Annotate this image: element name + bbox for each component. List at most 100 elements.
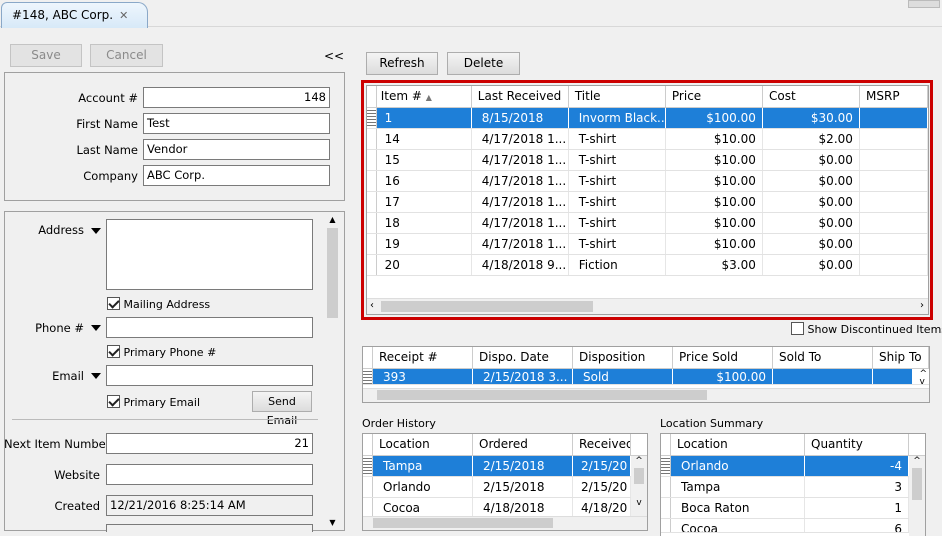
table-row[interactable]: 1 8/15/2018 Invorm Black... $100.00 $30.00 [367,108,928,129]
table-row[interactable]: Orlando -4 [661,456,925,477]
save-button[interactable]: Save [10,44,82,67]
column-header[interactable]: Dispo. Date [473,347,573,368]
location-summary-grid: Location Quantity Orlando -4 Tampa 3 Boca … [660,433,926,536]
checkbox-icon[interactable] [107,345,120,358]
collapse-panel-button[interactable]: << [324,49,344,63]
send-email-button[interactable]: Send Email [252,391,312,427]
column-header[interactable]: Receipt # [373,347,473,368]
receipts-hscrollbar[interactable] [363,388,929,402]
scroll-down-icon[interactable]: ▼ [324,518,341,527]
primary-email-checkbox[interactable]: Primary Email [107,395,200,409]
scroll-down-icon[interactable]: v [631,498,647,508]
next-item-field[interactable]: 21 [106,433,313,454]
table-row[interactable]: Tampa 2/15/2018 2/15/20 [363,456,647,477]
scroll-thumb[interactable] [373,518,553,528]
table-row[interactable]: Tampa 3 [661,477,925,498]
scroll-right-icon[interactable]: › [920,300,924,311]
table-row[interactable]: Boca Raton 1 [661,498,925,519]
scroll-up-icon[interactable]: ^ [631,456,647,466]
row-handle [363,456,373,476]
column-header[interactable]: MSRP [860,86,928,107]
checkbox-icon[interactable] [107,395,120,408]
order-history-grid: Location Ordered Received Tampa 2/15/2018… [362,433,648,531]
order-history-vscrollbar[interactable]: ^ v [631,456,647,516]
row-handle [661,519,671,532]
row-handle [661,477,671,497]
items-grid: Item # ▲ Last Received Title Price Cost … [366,85,929,315]
column-header[interactable]: Cost [763,86,861,107]
scroll-up-icon[interactable]: ▲ [324,215,341,224]
order-history-header: Location Ordered Received [363,434,647,456]
receipts-grid: Receipt # Dispo. Date Disposition Price … [362,346,930,403]
receipts-vscroll-icon[interactable]: ^ v [919,370,927,387]
row-header-corner [363,434,373,455]
first-name-label: First Name [76,117,138,131]
location-summary-header: Location Quantity [661,434,925,456]
table-row[interactable]: 20 4/18/2018 9... Fiction $3.00 $0.00 [367,255,928,276]
scroll-thumb[interactable] [377,390,707,400]
column-header[interactable]: Sold To [773,347,873,368]
refresh-button[interactable]: Refresh [366,52,438,75]
scroll-thumb[interactable] [634,468,644,484]
account-field[interactable]: 148 [143,87,330,108]
scroll-thumb[interactable] [381,301,593,312]
column-header[interactable]: Price [666,86,763,107]
table-row[interactable]: 14 4/17/2018 1... T-shirt $10.00 $2.00 [367,129,928,150]
row-handle [363,369,373,384]
cancel-button[interactable]: Cancel [90,44,163,67]
show-discontinued-checkbox[interactable]: Show Discontinued Items [791,322,942,336]
company-field[interactable]: ABC Corp. [143,165,330,186]
column-header[interactable]: Last Received [472,86,569,107]
order-history-title: Order History [362,417,436,430]
row-handle [367,108,377,128]
row-handle [367,129,377,149]
items-hscrollbar[interactable]: ‹ › [367,298,928,314]
tab-vendor[interactable]: #148, ABC Corp. ✕ [1,2,148,28]
phone-field[interactable] [106,317,313,338]
column-header[interactable]: Ordered [473,434,573,455]
row-handle [367,255,377,275]
address-dropdown-icon[interactable] [91,228,101,234]
sort-ascending-icon: ▲ [425,93,432,102]
delete-button[interactable]: Delete [447,52,520,75]
mailing-address-checkbox[interactable]: Mailing Address [107,297,210,311]
first-name-field[interactable]: Test [143,113,330,134]
column-header[interactable]: Received [573,434,631,455]
website-field[interactable] [106,464,313,485]
scroll-thumb[interactable] [327,228,338,318]
table-row[interactable]: 15 4/17/2018 1... T-shirt $10.00 $0.00 [367,150,928,171]
phone-dropdown-icon[interactable] [91,325,101,331]
email-field[interactable] [106,365,313,386]
column-header[interactable]: Location [671,434,805,455]
table-row[interactable]: 16 4/17/2018 1... T-shirt $10.00 $0.00 [367,171,928,192]
receipts-header: Receipt # Dispo. Date Disposition Price … [363,347,929,369]
table-row[interactable]: 17 4/17/2018 1... T-shirt $10.00 $0.00 [367,192,928,213]
table-row[interactable]: 19 4/17/2018 1... T-shirt $10.00 $0.00 [367,234,928,255]
tab-scroll-arrows[interactable] [908,0,940,8]
table-row[interactable]: 18 4/17/2018 1... T-shirt $10.00 $0.00 [367,213,928,234]
table-row[interactable]: Cocoa 6 [661,519,925,533]
email-dropdown-icon[interactable] [91,373,101,379]
column-header[interactable]: Item # ▲ [377,86,472,107]
scroll-left-icon[interactable]: ‹ [370,300,374,311]
scroll-up-icon[interactable]: ^ [909,456,925,466]
table-row[interactable]: 393 2/15/2018 3... Sold $100.00 [363,369,929,385]
scroll-thumb[interactable] [912,468,922,500]
last-name-field[interactable]: Vendor [143,139,330,160]
column-header[interactable]: Disposition [573,347,673,368]
checkbox-icon[interactable] [791,322,804,335]
row-handle [363,477,373,497]
column-header[interactable]: Ship To [873,347,929,368]
contact-scrollbar[interactable]: ▲ ▼ [324,213,341,529]
column-header[interactable]: Price Sold [673,347,773,368]
location-summary-vscrollbar[interactable]: ^ [909,456,925,536]
address-field[interactable] [106,219,313,290]
close-icon[interactable]: ✕ [119,9,128,22]
table-row[interactable]: Orlando 2/15/2018 2/15/20 [363,477,647,498]
primary-phone-checkbox[interactable]: Primary Phone # [107,345,216,359]
column-header[interactable]: Location [373,434,473,455]
column-header[interactable]: Title [569,86,666,107]
order-history-hscrollbar[interactable] [363,516,647,530]
column-header[interactable]: Quantity [805,434,909,455]
checkbox-icon[interactable] [107,297,120,310]
